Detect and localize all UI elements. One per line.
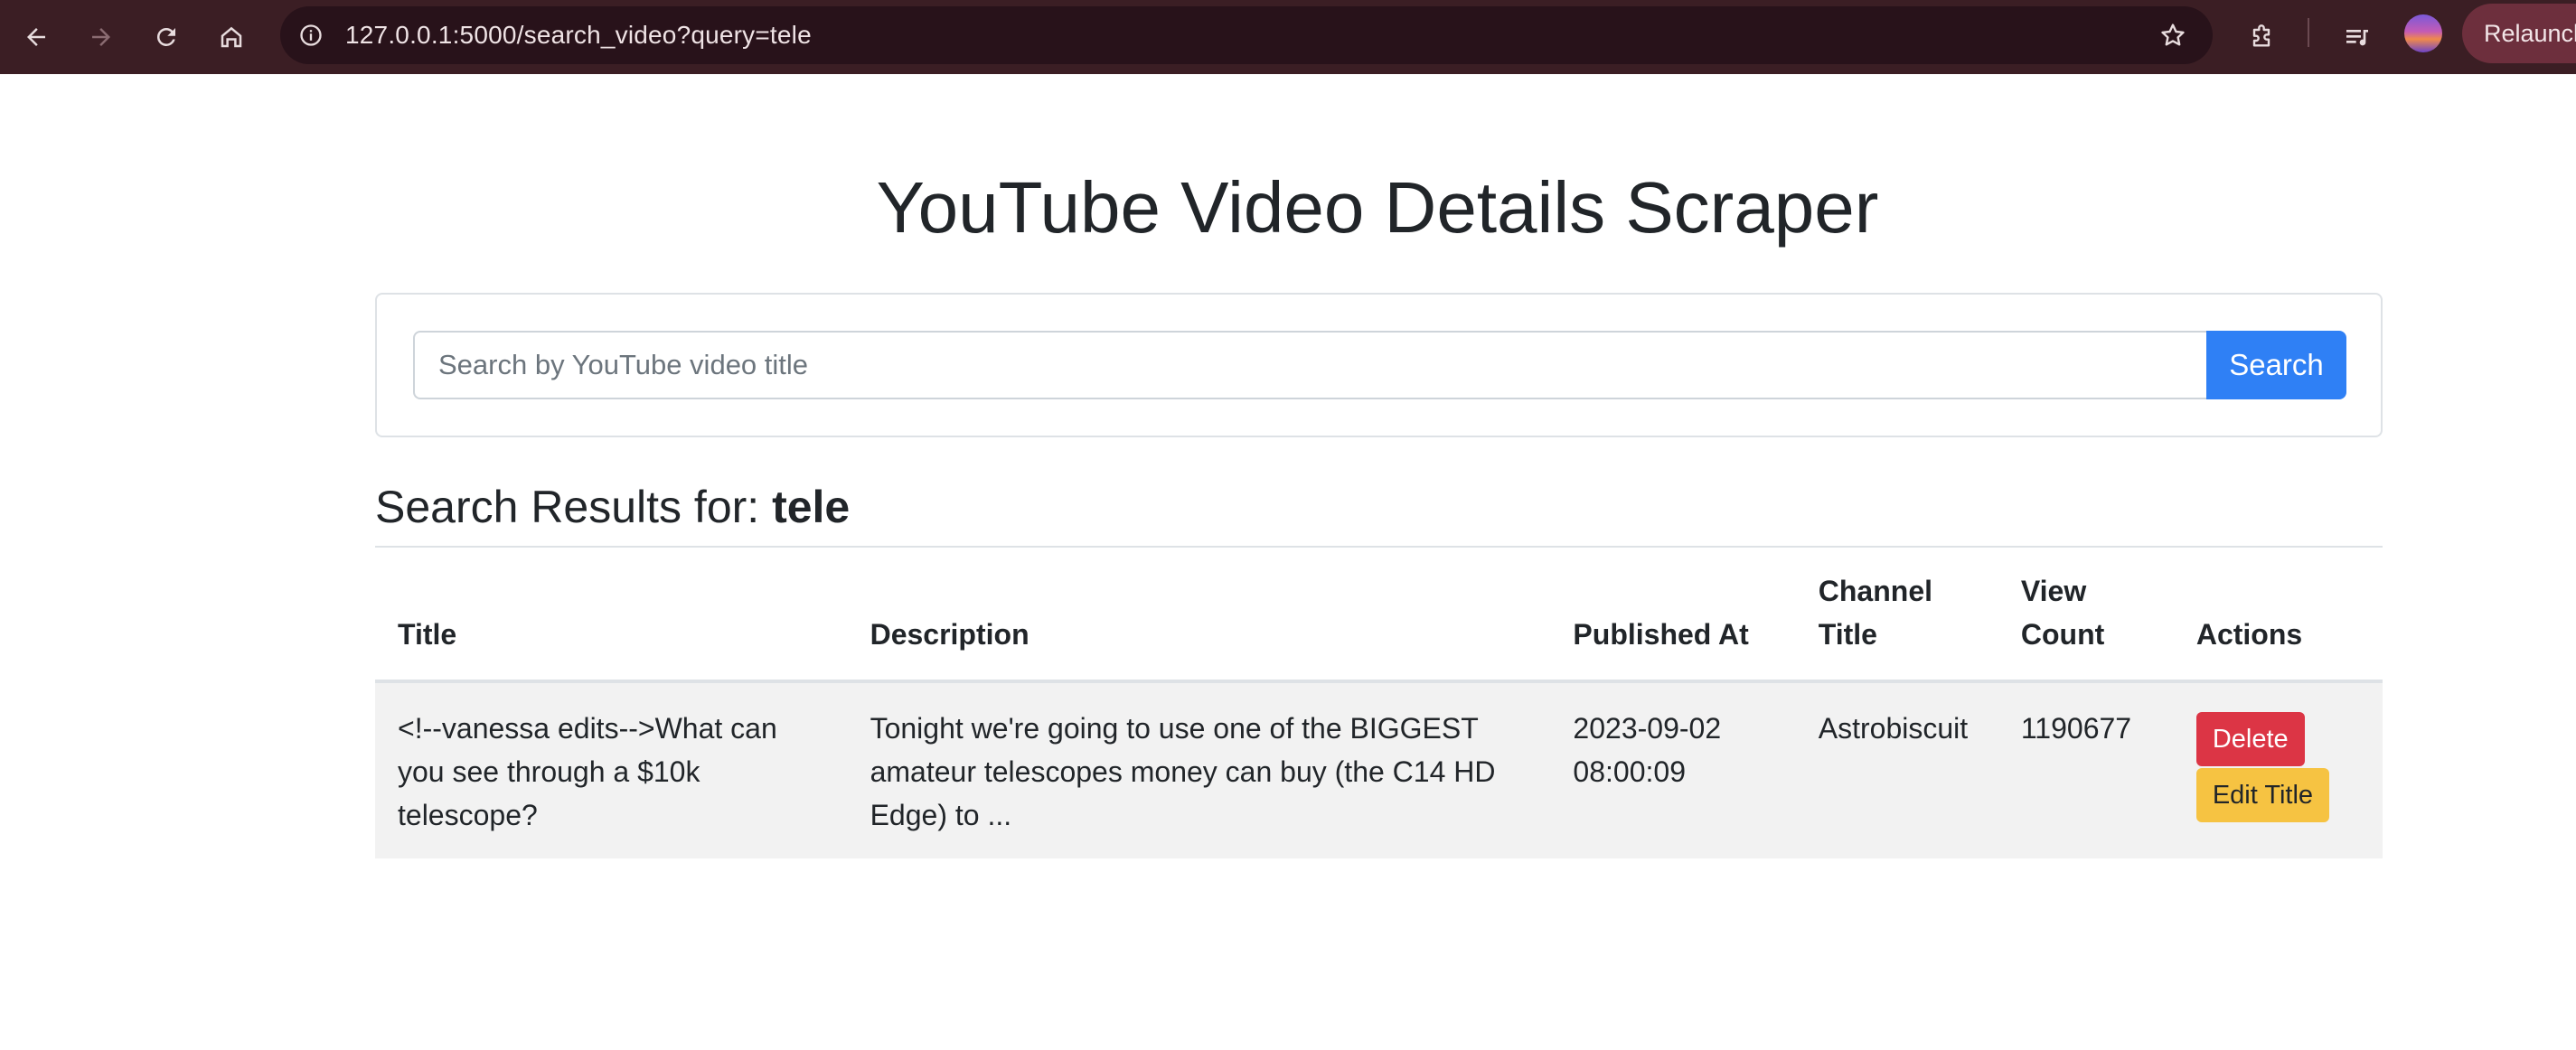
puzzle-icon[interactable] (2240, 15, 2283, 59)
results-query: tele (772, 482, 851, 532)
results-heading-prefix: Search Results for: (375, 482, 760, 532)
avatar[interactable] (2404, 14, 2442, 52)
column-header-channel-title: Channel Title (1795, 548, 1998, 683)
column-header-published-at: Published At (1550, 548, 1796, 683)
back-arrow-icon[interactable] (14, 15, 58, 59)
cell-title: <!--vanessa edits-->What can you see thr… (375, 681, 848, 858)
toolbar-divider (2308, 18, 2309, 47)
edit-title-button[interactable]: Edit Title (2195, 768, 2330, 822)
forward-arrow-icon[interactable] (80, 15, 123, 59)
cell-description: Tonight we're going to use one of the BI… (847, 681, 1551, 858)
column-header-description: Description (847, 548, 1551, 683)
browser-toolbar: 127.0.0.1:5000/search_video?query=tele R… (0, 0, 2576, 74)
cell-actions: Delete Edit Title (2173, 681, 2383, 858)
column-header-view-count: View Count (1998, 548, 2174, 683)
address-bar[interactable]: 127.0.0.1:5000/search_video?query=tele (280, 6, 2213, 64)
star-icon[interactable] (2155, 17, 2191, 53)
search-button[interactable]: Search (2206, 331, 2346, 399)
info-icon[interactable] (293, 17, 329, 53)
results-table: Title Description Published At Channel T… (375, 548, 2383, 858)
cell-published-at: 2023-09-02 08:00:09 (1550, 681, 1796, 858)
relaunch-button[interactable]: Relaunch (2462, 4, 2576, 63)
media-queue-icon[interactable] (2336, 15, 2379, 59)
cell-view-count: 1190677 (1998, 681, 2174, 858)
column-header-title: Title (375, 548, 848, 683)
search-card: Search (375, 293, 2383, 437)
reload-icon[interactable] (145, 15, 188, 59)
results-heading: Search Results for: tele (375, 475, 850, 539)
table-row: <!--vanessa edits-->What can you see thr… (375, 681, 2383, 858)
cell-channel-title: Astrobiscuit (1795, 681, 1998, 858)
table-header-row: Title Description Published At Channel T… (375, 548, 2383, 683)
url-text[interactable]: 127.0.0.1:5000/search_video?query=tele (345, 6, 812, 64)
search-input[interactable] (413, 331, 2206, 399)
page-title: YouTube Video Details Scraper (876, 167, 1879, 248)
home-icon[interactable] (210, 15, 253, 59)
delete-button[interactable]: Delete (2195, 712, 2305, 766)
column-header-actions: Actions (2173, 548, 2383, 683)
